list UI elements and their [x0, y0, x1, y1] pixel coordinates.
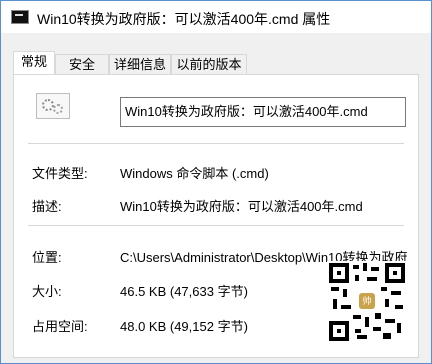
qr-logo: 帅 [359, 293, 375, 309]
divider [28, 143, 404, 144]
properties-window: Win10转换为政府版：可以激活400年.cmd 属性 常规 安全 详细信息 以… [0, 0, 432, 364]
tab-security[interactable]: 安全 [55, 54, 109, 75]
size-label: 大小: [32, 284, 62, 299]
qr-code-watermark: 帅 [327, 261, 407, 343]
qr-finder [329, 263, 349, 283]
file-type-label: 文件类型: [32, 166, 88, 181]
tab-details[interactable]: 详细信息 [109, 54, 171, 75]
file-type-value: Windows 命令脚本 (.cmd) [120, 166, 269, 181]
divider [28, 225, 404, 226]
qr-finder [329, 321, 349, 341]
location-label: 位置: [32, 250, 62, 265]
title-bar[interactable]: Win10转换为政府版：可以激活400年.cmd 属性 [1, 1, 431, 33]
gear-small-icon [53, 104, 63, 114]
file-name-field[interactable]: Win10转换为政府版：可以激活400年.cmd [120, 97, 406, 127]
disk-size-label: 占用空间: [32, 319, 88, 334]
size-value: 46.5 KB (47,633 字节) [120, 284, 248, 299]
disk-size-value: 48.0 KB (49,152 字节) [120, 319, 248, 334]
window-title: Win10转换为政府版：可以激活400年.cmd 属性 [37, 11, 331, 27]
qr-finder [385, 263, 405, 283]
description-label: 描述: [32, 199, 62, 214]
description-value: Win10转换为政府版：可以激活400年.cmd [120, 199, 363, 214]
cmd-file-icon [11, 10, 29, 24]
tab-general[interactable]: 常规 [13, 51, 55, 76]
settings-file-icon [36, 93, 70, 119]
tab-previous-versions[interactable]: 以前的版本 [171, 54, 247, 75]
